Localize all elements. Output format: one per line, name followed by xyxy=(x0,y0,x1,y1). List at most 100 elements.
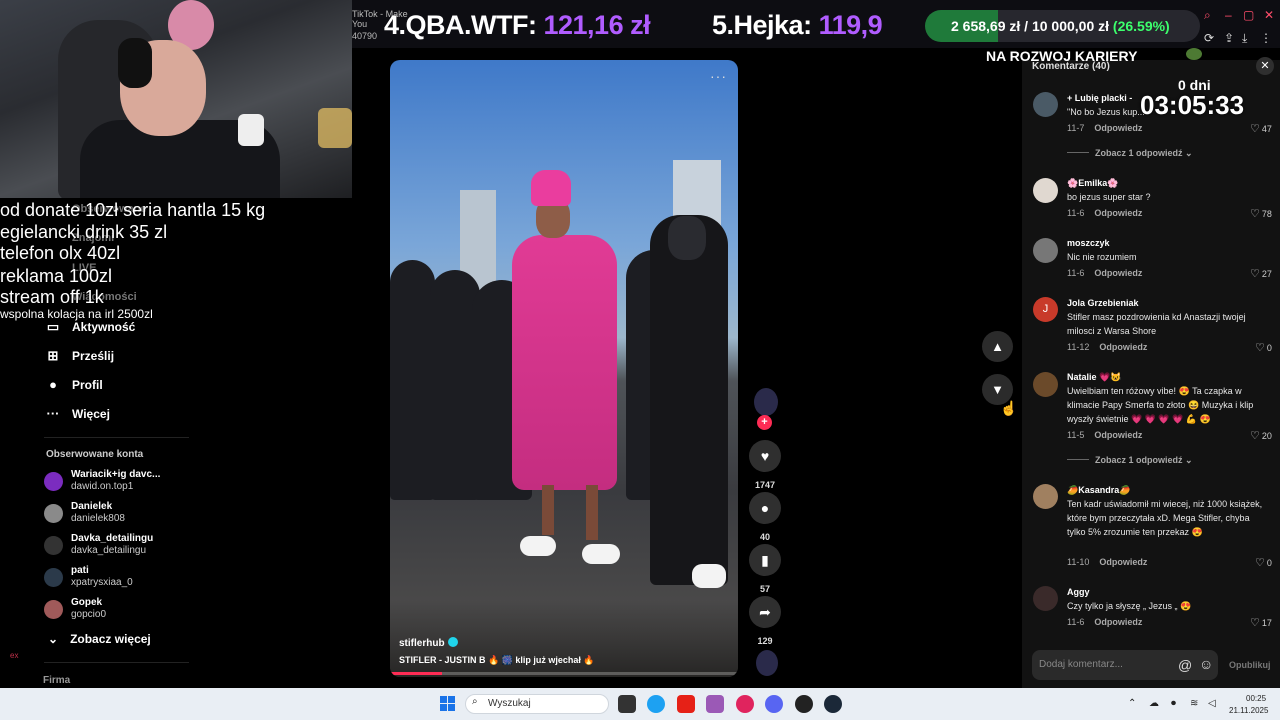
reply-button[interactable]: Odpowiedz xyxy=(1094,617,1142,627)
like-button[interactable]: ♥ 1747 xyxy=(748,440,782,490)
avatar[interactable] xyxy=(1033,484,1058,509)
search-icon[interactable]: ⌕ xyxy=(1204,8,1211,23)
followed-account[interactable]: Wariacik+ig davc... dawid.on.top1 xyxy=(44,469,160,493)
comment-author[interactable]: moszczyk xyxy=(1067,238,1110,248)
heart-outline-icon: ♡ xyxy=(1250,208,1260,220)
comment-date: 11-5 xyxy=(1067,430,1085,440)
reply-button[interactable]: Odpowiedz xyxy=(1094,430,1142,440)
view-replies-button[interactable]: Zobacz 1 odpowiedź ⌄ xyxy=(1067,455,1193,466)
previous-video-button[interactable]: ▲ xyxy=(982,331,1013,362)
avatar[interactable] xyxy=(1033,92,1058,117)
comment-meta: 11-12 Odpowiedz xyxy=(1067,342,1147,352)
comment-like-count: 47 xyxy=(1261,124,1272,134)
followed-account[interactable]: Gopek gopcio0 xyxy=(44,597,106,621)
save-count: 57 xyxy=(759,584,770,594)
obs-icon[interactable] xyxy=(795,695,813,713)
companion-hood xyxy=(668,216,706,260)
avatar[interactable] xyxy=(1033,238,1058,263)
video-author[interactable]: stiflerhub xyxy=(399,637,458,649)
wifi-icon[interactable]: ≋ xyxy=(1190,698,1198,709)
tray-chevron-icon[interactable]: ⌃ xyxy=(1128,698,1136,709)
opera-icon[interactable] xyxy=(736,695,754,713)
close-icon[interactable]: ✕ xyxy=(1256,57,1274,75)
view-replies-button[interactable]: Zobacz 1 odpowiedź ⌄ xyxy=(1067,148,1193,159)
windows-taskbar xyxy=(0,688,1280,720)
reply-button[interactable]: Odpowiedz xyxy=(1094,268,1142,278)
avatar[interactable] xyxy=(1033,586,1058,611)
avatar[interactable] xyxy=(1033,372,1058,397)
comment-author[interactable]: Aggy xyxy=(1067,587,1090,597)
side-label: ex xyxy=(10,651,19,660)
comment-like[interactable]: ♡ 47 xyxy=(1250,122,1272,135)
share-icon[interactable]: ⇪ xyxy=(1224,31,1234,45)
followed-account[interactable]: pati xpatrysxiaa_0 xyxy=(44,565,133,589)
comment-like[interactable]: ♡ 27 xyxy=(1250,267,1272,280)
reply-button[interactable]: Odpowiedz xyxy=(1094,123,1142,133)
comment-author[interactable]: + Lubię placki - xyxy=(1067,93,1132,103)
video-player[interactable]: ··· stiflerhub STIFLER - JUSTIN B 🔥 🎆 kl… xyxy=(390,60,738,677)
comment-like[interactable]: ♡ 0 xyxy=(1255,341,1272,354)
comment-author[interactable]: Jola Grzebieniak xyxy=(1067,298,1139,308)
see-more-button[interactable]: ⌄ Zobacz więcej xyxy=(48,632,151,646)
comment-text: bo jezus super star ? xyxy=(1067,192,1151,202)
sidebar-item-upload[interactable]: ⊞ Prześlij xyxy=(46,348,114,364)
comment-author[interactable]: 🥭Kasandra🥭 xyxy=(1067,485,1130,496)
video-progress-bar[interactable] xyxy=(390,672,738,675)
close-window-icon[interactable]: ✕ xyxy=(1264,8,1274,22)
comment-date: 11-6 xyxy=(1067,268,1085,278)
creator-avatar[interactable] xyxy=(754,388,778,416)
comment-author[interactable]: Natalie 💗😺 xyxy=(1067,372,1121,383)
more-options-icon[interactable]: ··· xyxy=(710,68,727,84)
task-view-icon[interactable] xyxy=(618,695,636,713)
post-comment-button[interactable]: Opublikuj xyxy=(1229,660,1271,670)
share-count: 129 xyxy=(757,636,773,646)
comment-button[interactable]: ● 40 xyxy=(748,492,782,542)
comment-meta: 11-5 Odpowiedz xyxy=(1067,430,1142,440)
reply-button[interactable]: Odpowiedz xyxy=(1099,342,1147,352)
microphone-icon[interactable]: ⏺ xyxy=(1171,698,1176,709)
comment-like[interactable]: ♡ 17 xyxy=(1250,616,1272,629)
snipping-tool-icon[interactable] xyxy=(706,695,724,713)
follow-plus-icon[interactable]: + xyxy=(757,415,772,430)
music-disc-icon[interactable] xyxy=(756,650,778,676)
edge-icon[interactable] xyxy=(647,695,665,713)
menu-dots-icon[interactable]: ⋮ xyxy=(1260,31,1272,45)
steam-icon[interactable] xyxy=(824,695,842,713)
sidebar-item-activity[interactable]: ▭ Aktywność xyxy=(46,319,136,335)
reply-button[interactable]: Odpowiedz xyxy=(1099,557,1147,567)
clock-date[interactable]: 21.11.2025 xyxy=(1229,706,1268,715)
donation-goal: 2 658,69 zł / 10 000,00 zł (26.59%) xyxy=(925,10,1200,42)
followed-account[interactable]: Danielek danielek808 xyxy=(44,501,125,525)
windows-start-icon[interactable] xyxy=(440,696,456,712)
emoji-icon[interactable]: ☺ xyxy=(1199,656,1213,672)
extensions-icon[interactable]: ⟳ xyxy=(1204,31,1214,45)
reply-button[interactable]: Odpowiedz xyxy=(1094,208,1142,218)
share-button[interactable]: ➦ 129 xyxy=(748,596,782,646)
frog-icon xyxy=(1186,48,1202,60)
clock-time[interactable]: 00:25 xyxy=(1246,694,1266,703)
volume-icon[interactable]: ◁ xyxy=(1208,698,1216,709)
followed-account[interactable]: Davka_detailingu davka_detailingu xyxy=(44,533,153,557)
avatar[interactable]: J xyxy=(1033,297,1058,322)
comment-like[interactable]: ♡ 0 xyxy=(1255,556,1272,569)
maximize-icon[interactable]: ▢ xyxy=(1243,8,1254,22)
comment-author[interactable]: 🌸Emilka🌸 xyxy=(1067,178,1118,189)
download-icon[interactable]: ⤓ xyxy=(1242,31,1247,46)
avatar[interactable] xyxy=(1033,178,1058,203)
comment-like[interactable]: ♡ 20 xyxy=(1250,429,1272,442)
save-button[interactable]: ▮ 57 xyxy=(748,544,782,594)
sidebar-item-profile[interactable]: ● Profil xyxy=(46,377,103,392)
mention-icon[interactable]: @ xyxy=(1178,657,1192,673)
white-clog xyxy=(582,544,620,564)
cloud-icon[interactable]: ☁ xyxy=(1149,698,1159,709)
discord-icon[interactable] xyxy=(765,695,783,713)
verified-icon xyxy=(447,637,458,647)
comment-like[interactable]: ♡ 78 xyxy=(1250,207,1272,220)
youtube-icon[interactable] xyxy=(677,695,695,713)
avatar xyxy=(44,567,63,587)
sidebar-item-more[interactable]: ··· Więcej xyxy=(46,406,110,421)
account-handle: xpatrysxiaa_0 xyxy=(71,577,133,588)
company-link[interactable]: Firma xyxy=(43,675,70,686)
taskbar-search[interactable]: Wyszukaj xyxy=(465,694,609,714)
minimize-icon[interactable]: – xyxy=(1225,8,1232,22)
